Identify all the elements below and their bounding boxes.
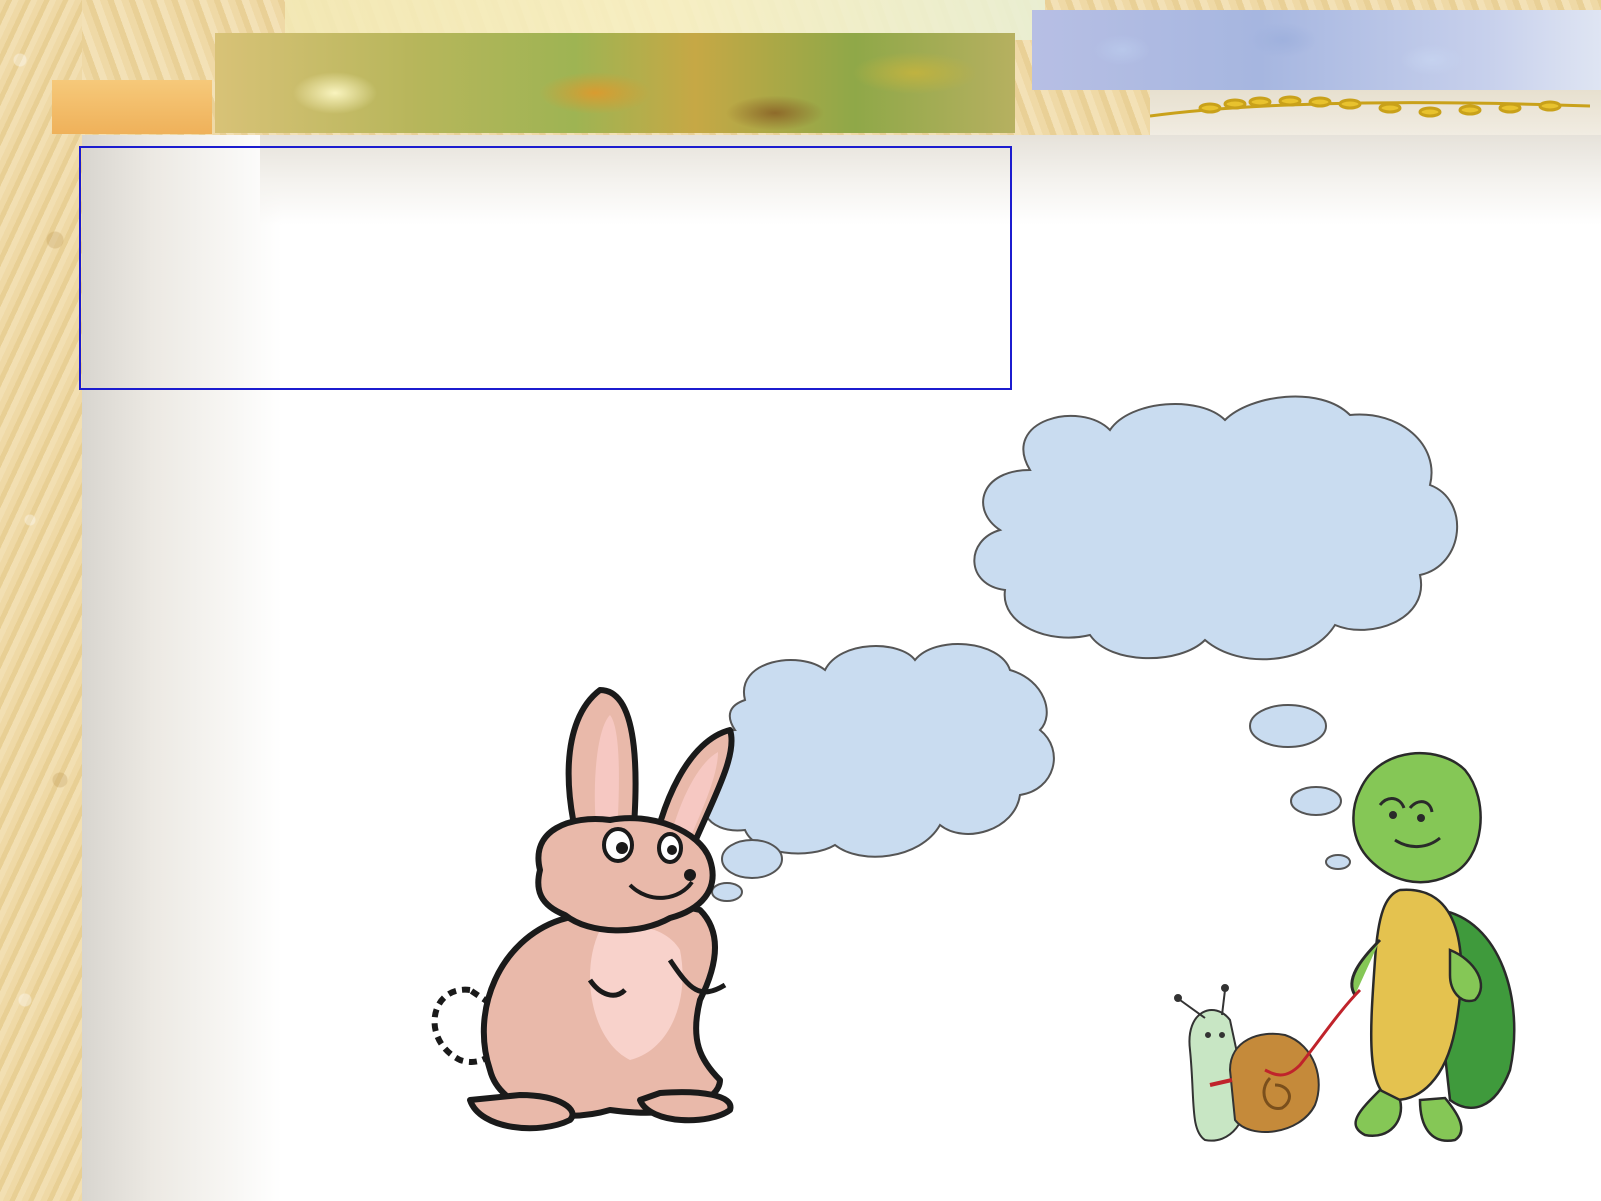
- rabbit-icon: [431, 687, 735, 1132]
- snail-icon: [1174, 984, 1320, 1142]
- rabbit-thought-cloud: [700, 643, 1055, 858]
- rabbit-thought-dot-1: [721, 839, 783, 879]
- slide-canvas: [0, 0, 1601, 1201]
- rabbit-thought-dot-2: [711, 882, 743, 902]
- turtle-thought-dot-2: [1290, 786, 1342, 816]
- illustration: [431, 395, 1516, 1143]
- turtle-thought-cloud: [973, 395, 1459, 661]
- turtle-thought-dot-3: [1325, 854, 1351, 870]
- turtle-thought-dot-1: [1249, 704, 1327, 748]
